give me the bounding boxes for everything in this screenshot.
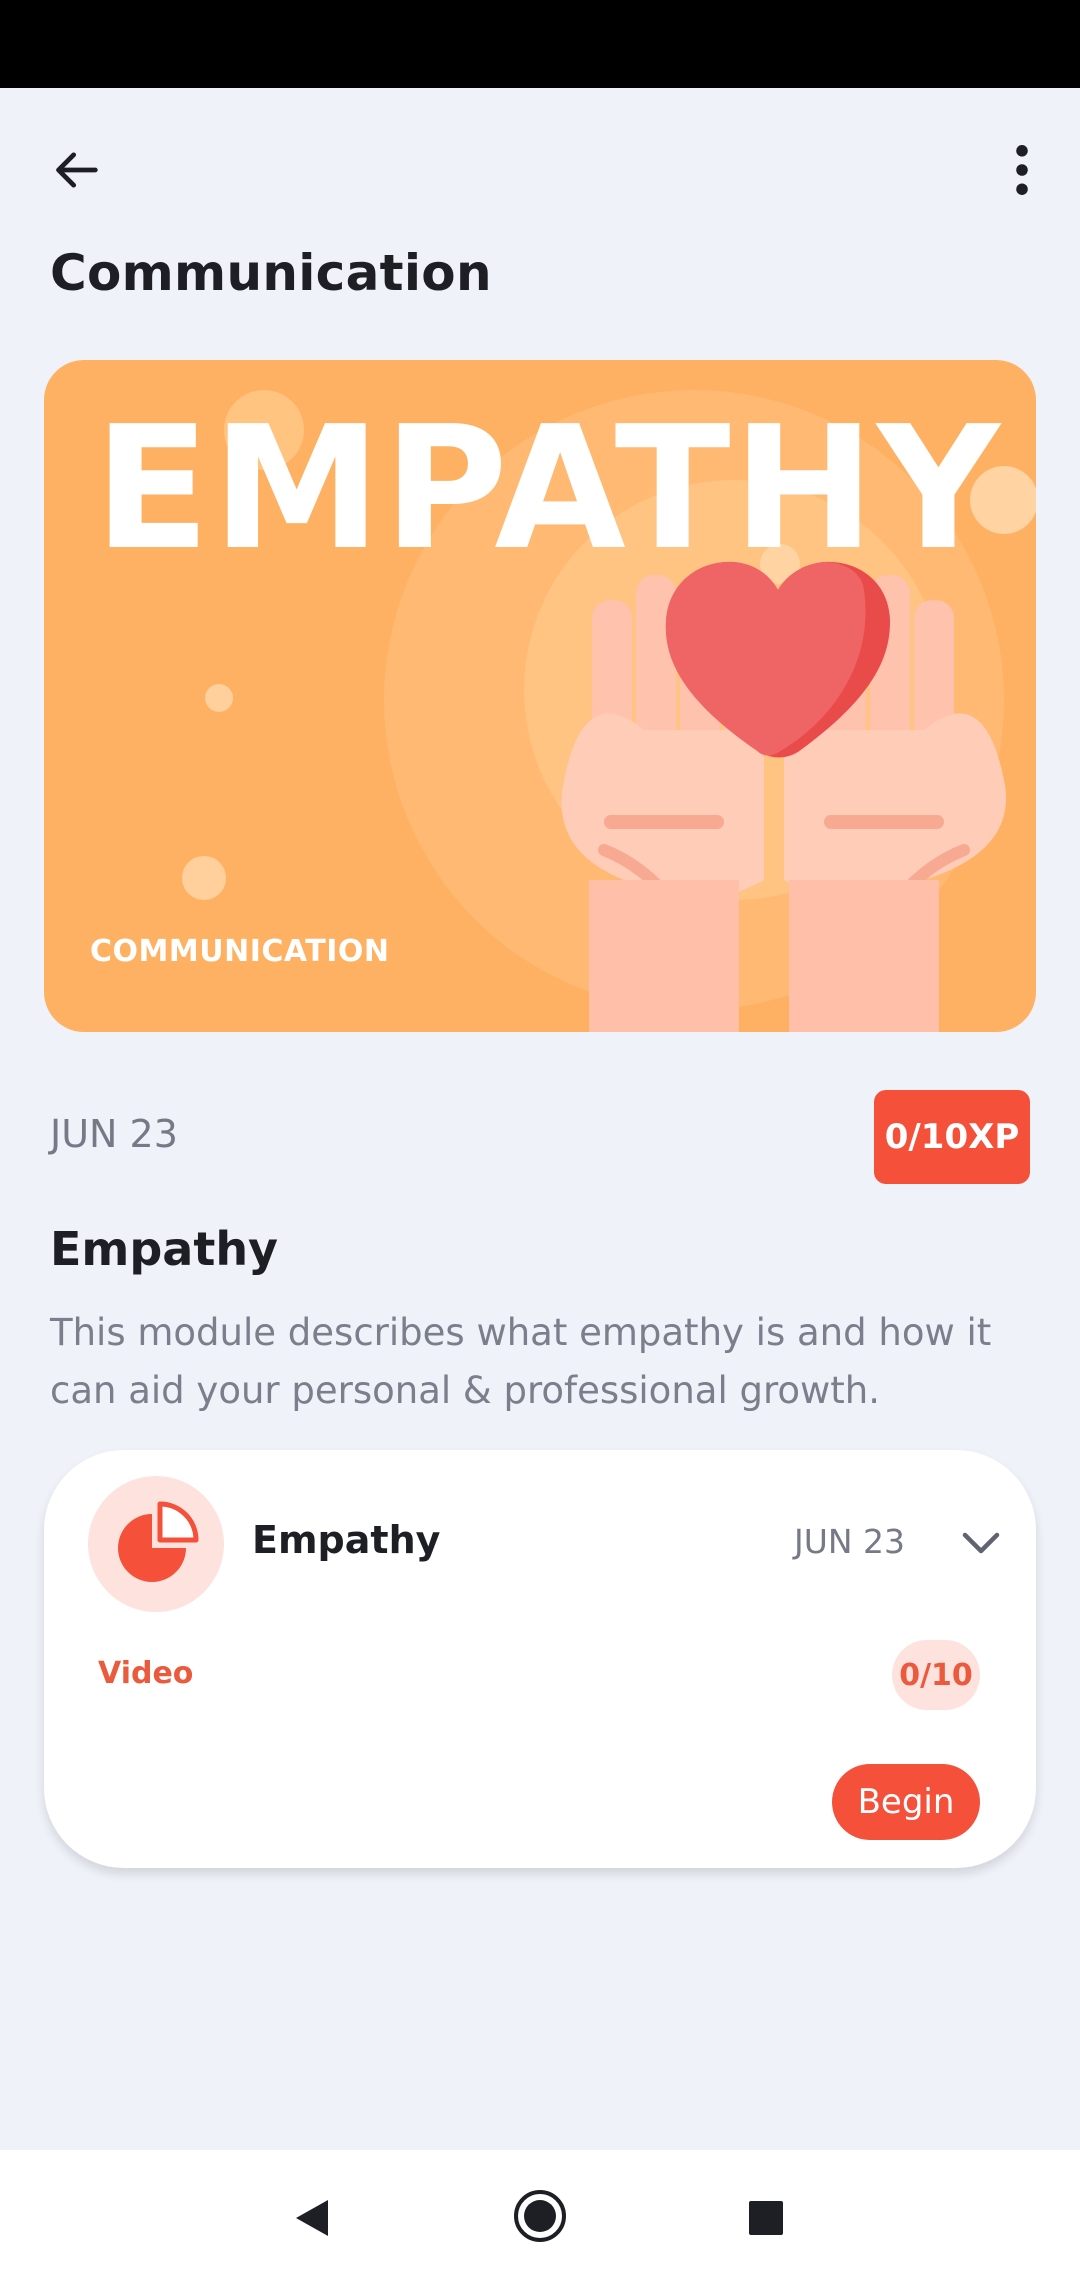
expand-button[interactable] — [948, 1510, 1014, 1576]
lesson-title: Empathy — [252, 1518, 441, 1562]
module-title: Empathy — [50, 1222, 279, 1276]
more-options-button[interactable] — [984, 132, 1060, 208]
hero-subtitle: COMMUNICATION — [90, 934, 390, 969]
lesson-avatar — [88, 1476, 224, 1612]
hero-title: EMPATHY — [94, 390, 1002, 588]
nav-home-icon — [514, 2190, 566, 2242]
more-vertical-icon — [1016, 145, 1028, 195]
pie-chart-icon — [118, 1501, 199, 1582]
page-title: Communication — [50, 244, 492, 302]
nav-home-button[interactable] — [508, 2184, 572, 2248]
nav-back-icon — [296, 2200, 328, 2236]
lesson-card[interactable]: Empathy JUN 23 Video 0/10 Begin — [44, 1450, 1036, 1868]
nav-back-button[interactable] — [282, 2188, 342, 2248]
lesson-type: Video — [98, 1656, 194, 1691]
status-bar — [0, 0, 1080, 88]
hero-banner: EMPATHY COMMUNICATION — [44, 360, 1036, 1032]
module-description: This module describes what empathy is an… — [50, 1311, 992, 1412]
lesson-score-badge: 0/10 — [892, 1640, 980, 1710]
nav-recents-button[interactable] — [736, 2188, 796, 2248]
xp-badge: 0/10XP — [874, 1090, 1030, 1184]
chevron-down-icon — [962, 1532, 1000, 1554]
system-navigation-bar — [0, 2150, 1080, 2280]
nav-recents-icon — [749, 2201, 783, 2235]
top-app-bar — [0, 88, 1080, 248]
module-date: JUN 23 — [50, 1112, 178, 1156]
back-button[interactable] — [40, 132, 116, 208]
lesson-date: JUN 23 — [794, 1522, 906, 1561]
begin-button[interactable]: Begin — [832, 1764, 980, 1840]
arrow-left-icon — [56, 152, 98, 188]
